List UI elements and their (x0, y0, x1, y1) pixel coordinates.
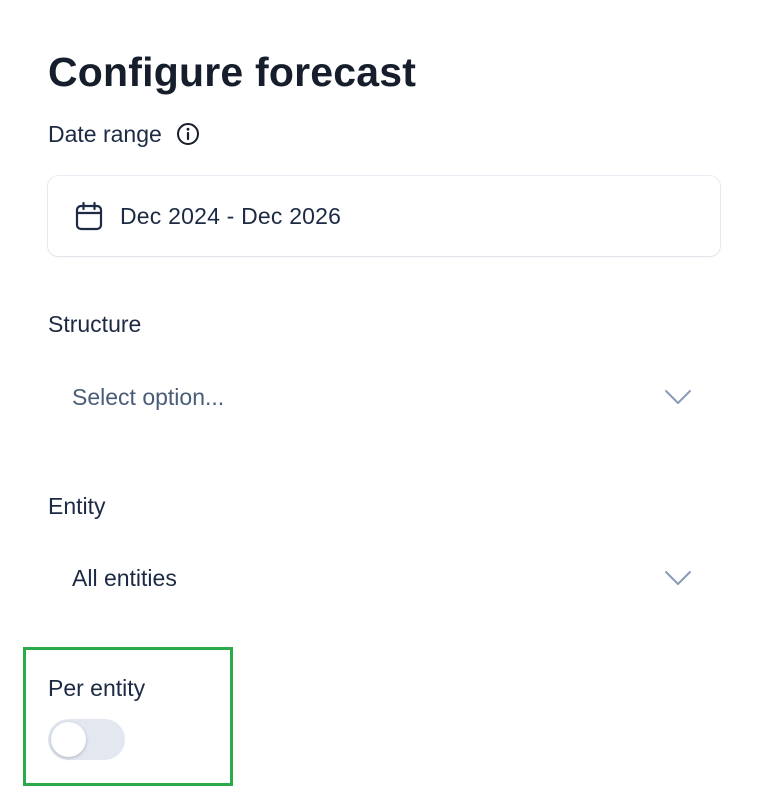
configure-forecast-panel: Configure forecast Date range Dec 2024 -… (0, 0, 769, 803)
entity-label: Entity (48, 493, 106, 519)
per-entity-highlight-box (23, 647, 233, 786)
chevron-down-icon (664, 389, 692, 405)
calendar-icon (75, 201, 103, 231)
date-range-picker[interactable]: Dec 2024 - Dec 2026 (48, 176, 720, 256)
entity-select-value: All entities (72, 564, 177, 591)
toggle-knob (51, 722, 86, 757)
chevron-down-icon (664, 570, 692, 586)
structure-select[interactable]: Select option... (48, 365, 720, 429)
date-range-value: Dec 2024 - Dec 2026 (120, 202, 342, 229)
per-entity-toggle[interactable] (48, 719, 125, 760)
page-title: Configure forecast (48, 49, 417, 95)
info-circle-icon[interactable] (176, 122, 200, 146)
structure-select-placeholder: Select option... (72, 383, 225, 410)
per-entity-label: Per entity (48, 675, 146, 701)
date-range-label-row: Date range (48, 119, 200, 149)
structure-label: Structure (48, 311, 142, 337)
date-range-label: Date range (48, 121, 162, 147)
entity-select[interactable]: All entities (48, 546, 720, 610)
